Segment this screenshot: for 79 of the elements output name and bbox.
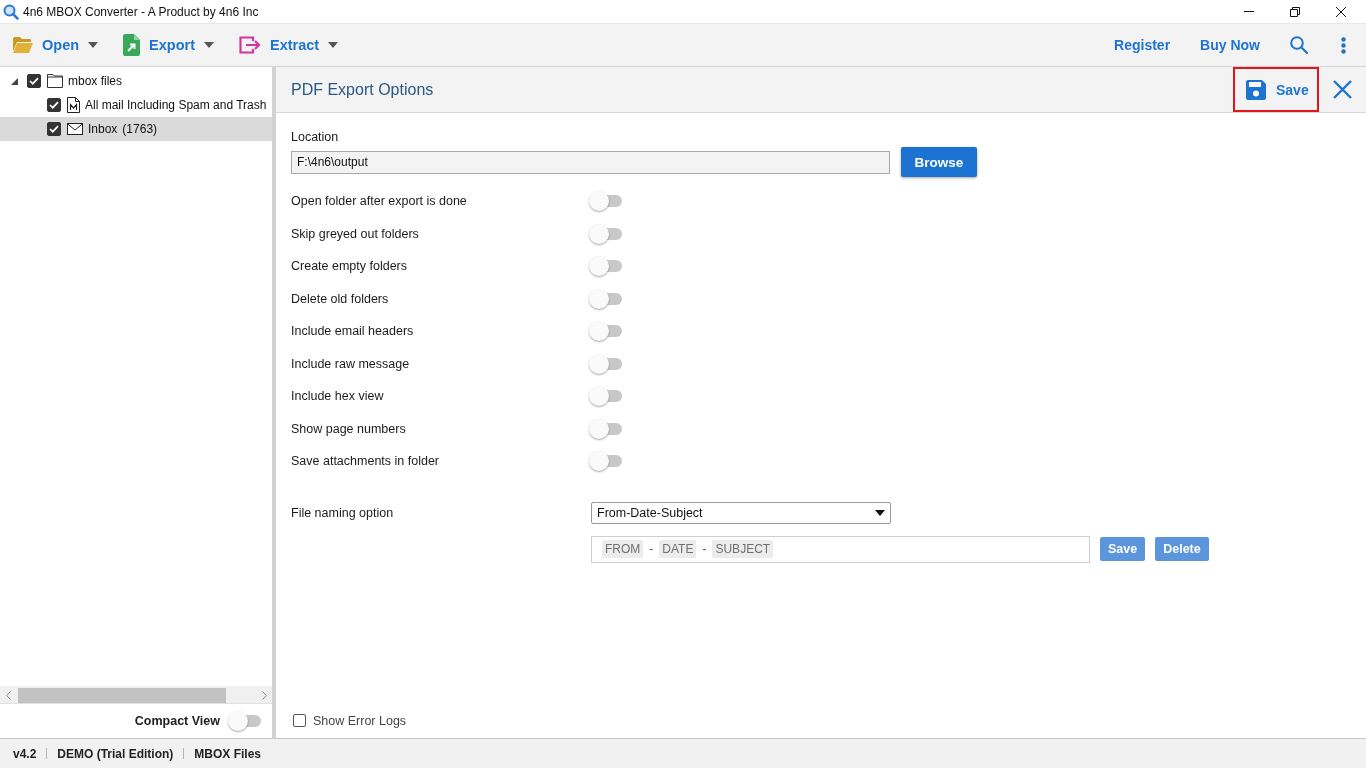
menu-button[interactable]: Extract (239, 30, 339, 60)
option-label: Create empty folders (291, 259, 409, 274)
toggle-switch[interactable] (589, 256, 623, 277)
more-button[interactable] (1341, 36, 1346, 54)
tree-item-label: Inbox (88, 122, 118, 136)
option-label: Show page numbers (291, 421, 407, 436)
pattern-separator: - (702, 542, 707, 556)
more-menu-icon (1341, 36, 1346, 54)
option-label: Include email headers (291, 324, 415, 339)
toolbar-link[interactable]: Buy Now (1200, 37, 1260, 53)
tree-row[interactable]: All mail Including Spam and Trash (0, 93, 272, 117)
toggle-switch[interactable] (589, 223, 623, 244)
location-label: Location (291, 129, 339, 144)
option-label: Skip greyed out folders (291, 226, 420, 241)
document-arrow-icon (123, 34, 141, 56)
file-naming-label: File naming option (291, 505, 395, 520)
magnifier-logo-icon (3, 3, 19, 20)
folder-icon (47, 74, 63, 88)
checkbox[interactable] (293, 714, 306, 727)
option-label: Delete old folders (291, 291, 390, 306)
window-title: 4n6 MBOX Converter - A Product by 4n6 Inc (23, 4, 260, 19)
search-button[interactable] (1290, 36, 1308, 54)
browse-button[interactable]: Browse (901, 147, 977, 177)
toolbar-link[interactable]: Register (1114, 37, 1171, 53)
status-text: DEMO (Trial Edition) (56, 746, 175, 761)
exit-arrow-icon (239, 36, 261, 54)
toggle-switch[interactable] (589, 386, 623, 407)
expand-arrow-icon[interactable] (11, 77, 18, 85)
item-count: (1763) (122, 122, 158, 136)
toggle-switch[interactable] (589, 353, 623, 374)
search-icon (1290, 36, 1308, 54)
toggle-switch[interactable] (589, 288, 623, 309)
location-input[interactable]: F:\4n6\output (291, 150, 890, 174)
folder-icon (13, 37, 33, 53)
toggle-switch[interactable] (589, 191, 623, 212)
caret-icon (328, 42, 339, 48)
option-label: Include raw message (291, 356, 411, 371)
close-icon (1333, 80, 1352, 99)
caret-icon (204, 42, 214, 48)
caret-icon (875, 509, 885, 516)
checkbox[interactable] (27, 74, 41, 88)
tree-item-label: All mail Including Spam and Trash (85, 98, 267, 112)
file-naming-dropdown[interactable]: From-Date-Subject (591, 501, 891, 524)
menu-button[interactable]: Open (13, 30, 99, 60)
tree-row[interactable]: mbox files (0, 69, 272, 93)
close-panel-button[interactable] (1333, 80, 1352, 99)
document-icon (67, 97, 80, 113)
save-button[interactable]: Save (1233, 67, 1319, 112)
toggle-switch[interactable] (589, 451, 623, 472)
caret-icon (88, 42, 99, 48)
status-text: MBOX Files (193, 746, 263, 761)
naming-pattern-field[interactable]: FROM - DATE - SUBJECT (591, 535, 1090, 563)
status-text: v4.2 (12, 746, 38, 761)
checkbox[interactable] (47, 122, 61, 136)
option-label: Save attachments in folder (291, 454, 440, 469)
panel-title: PDF Export Options (291, 80, 435, 99)
minimize-icon (1244, 11, 1254, 12)
compact-view-label: Compact View (134, 714, 220, 728)
chevron-left-icon[interactable] (5, 690, 11, 700)
chevron-right-icon[interactable] (261, 690, 267, 700)
close-icon (1336, 6, 1346, 17)
pattern-separator: - (649, 542, 654, 556)
horizontal-scrollbar[interactable] (0, 686, 272, 703)
scrollbar-thumb[interactable] (18, 687, 226, 703)
menu-button[interactable]: Export (123, 30, 214, 60)
error-logs-label: Show Error Logs (313, 713, 407, 728)
pattern-token: FROM (602, 540, 644, 558)
pattern-token: SUBJECT (712, 540, 774, 558)
toggle-switch[interactable] (589, 418, 623, 439)
tree-row[interactable]: Inbox (1763) (0, 117, 272, 141)
restore-icon (1290, 6, 1300, 17)
checkbox[interactable] (47, 98, 61, 112)
toggle-switch[interactable] (589, 321, 623, 342)
tree-item-label: mbox files (68, 74, 123, 88)
option-label: Open folder after export is done (291, 194, 468, 209)
option-label: Include hex view (291, 389, 385, 404)
toggle-switch[interactable] (228, 711, 262, 731)
pattern-token: DATE (659, 540, 697, 558)
envelope-icon (67, 123, 83, 135)
